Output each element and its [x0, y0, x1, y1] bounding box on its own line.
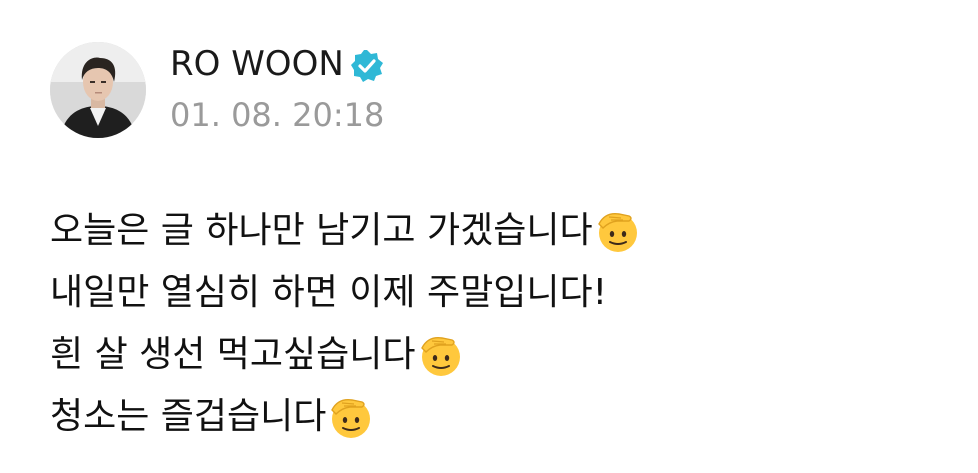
post-line-4: 청소는 즐겁습니다 — [50, 386, 641, 448]
post-line-text: 흰 살 생선 먹고싶습니다 — [50, 334, 416, 375]
profile-photo — [50, 42, 146, 138]
post-timestamp: 01. 08. 20:18 — [170, 96, 385, 134]
post-line-3: 흰 살 생선 먹고싶습니다 — [50, 324, 641, 386]
post-card: RO WOON 01. 08. 20:18 오늘은 글 하나만 남기고 가겠습니… — [0, 0, 978, 473]
saluting-face-icon — [331, 399, 371, 438]
post-line-2: 내일만 열심히 하면 이제 주말입니다! — [50, 262, 641, 324]
post-line-text: 청소는 즐겁습니다 — [50, 396, 327, 437]
author-name[interactable]: RO WOON — [170, 44, 344, 84]
avatar[interactable] — [50, 42, 146, 138]
saluting-face-icon — [597, 213, 637, 252]
post-line-text: 내일만 열심히 하면 이제 주말입니다! — [50, 272, 608, 313]
post-line-text: 오늘은 글 하나만 남기고 가겠습니다 — [50, 210, 593, 251]
saluting-face-icon — [420, 337, 460, 376]
post-line-1: 오늘은 글 하나만 남기고 가겠습니다 — [50, 200, 641, 262]
verified-badge-icon — [351, 50, 383, 82]
post-body: 오늘은 글 하나만 남기고 가겠습니다 내일만 열심히 하면 이제 주말입니다!… — [50, 200, 641, 448]
